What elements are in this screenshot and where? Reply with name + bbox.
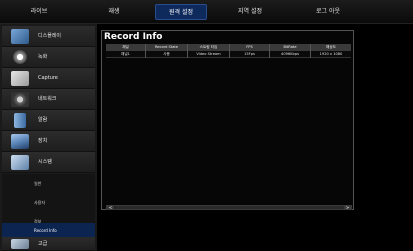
table-cell: 사용	[146, 51, 188, 58]
display-icon	[11, 29, 29, 44]
horizontal-scrollbar[interactable]: < >	[106, 205, 352, 210]
table-cell: 1920 x 1080	[319, 52, 343, 56]
sidebar-item-label: 시스템	[38, 159, 52, 165]
device-icon	[11, 134, 29, 149]
record-info-panel: Record Info 채널 Record State 스트림 타입 FPS B…	[101, 30, 354, 210]
table-cell: 채널1	[106, 51, 146, 58]
sidebar-item-capture[interactable]: Capture	[2, 68, 95, 89]
nav-local-settings[interactable]: 지역 설정	[220, 4, 280, 20]
capture-icon	[11, 71, 29, 86]
table-row[interactable]: 채널1 사용 Video Stream 15Fps 4096Kbps 1920 …	[106, 51, 351, 58]
sidebar-item-alarm[interactable]: 알람	[2, 110, 95, 131]
sidebar: 디스플레이 녹화 Capture 네트워크 알람 장치 시스템 일반 사용자 정…	[0, 24, 97, 251]
scroll-left-button[interactable]: <	[107, 205, 114, 210]
sidebar-item-device[interactable]: 장치	[2, 131, 95, 152]
sidebar-item-label: Capture	[38, 75, 58, 81]
sidebar-item-display[interactable]: 디스플레이	[2, 26, 95, 47]
nav-logout[interactable]: 로그 아웃	[298, 4, 358, 20]
record-info-table: 채널 Record State 스트림 타입 FPS BitRate 해상도 채…	[106, 44, 351, 58]
sidebar-item-label: 장치	[38, 138, 48, 144]
scroll-right-button[interactable]: >	[344, 205, 351, 210]
record-icon	[13, 50, 27, 64]
nav-remote-settings[interactable]: 원격 설정	[155, 4, 207, 20]
network-icon	[11, 92, 29, 107]
nav-live[interactable]: 라이브	[14, 4, 64, 20]
advanced-icon	[11, 239, 29, 249]
top-navigation: 라이브 재생 원격 설정 지역 설정 로그 아웃	[0, 0, 413, 24]
table-cell: Video Stream	[188, 51, 230, 58]
sidebar-subitem-users[interactable]: 사용자	[2, 193, 95, 212]
column-header: FPS	[230, 44, 270, 51]
sidebar-item-label: 네트워크	[38, 96, 57, 102]
column-header: 해상도	[326, 45, 336, 49]
sidebar-item-label: 디스플레이	[38, 33, 62, 39]
column-header: BitRate	[270, 44, 311, 51]
column-header: Record State	[146, 44, 188, 51]
sidebar-subitem-general[interactable]: 일반	[2, 174, 95, 193]
main-content: Record Info 채널 Record State 스트림 타입 FPS B…	[97, 24, 413, 251]
table-cell: 15Fps	[230, 51, 270, 58]
system-icon	[11, 155, 29, 170]
sidebar-item-label: 고급	[38, 241, 48, 247]
sidebar-item-record[interactable]: 녹화	[2, 47, 95, 68]
panel-title: Record Info	[104, 32, 163, 42]
sidebar-item-advanced[interactable]: 고급	[2, 237, 95, 251]
table-cell: 4096Kbps	[270, 51, 311, 58]
table-header: 채널 Record State 스트림 타입 FPS BitRate 해상도	[106, 44, 351, 51]
sidebar-item-system[interactable]: 시스템	[2, 152, 95, 173]
column-header: 스트림 타입	[188, 44, 230, 51]
sidebar-item-network[interactable]: 네트워크	[2, 89, 95, 110]
scroll-thumb[interactable]	[115, 206, 345, 209]
nav-playback[interactable]: 재생	[92, 4, 136, 20]
column-header: 채널	[106, 44, 146, 51]
alarm-icon	[14, 113, 26, 128]
sidebar-item-label: 녹화	[38, 54, 48, 60]
sidebar-item-label: 알람	[38, 117, 48, 123]
